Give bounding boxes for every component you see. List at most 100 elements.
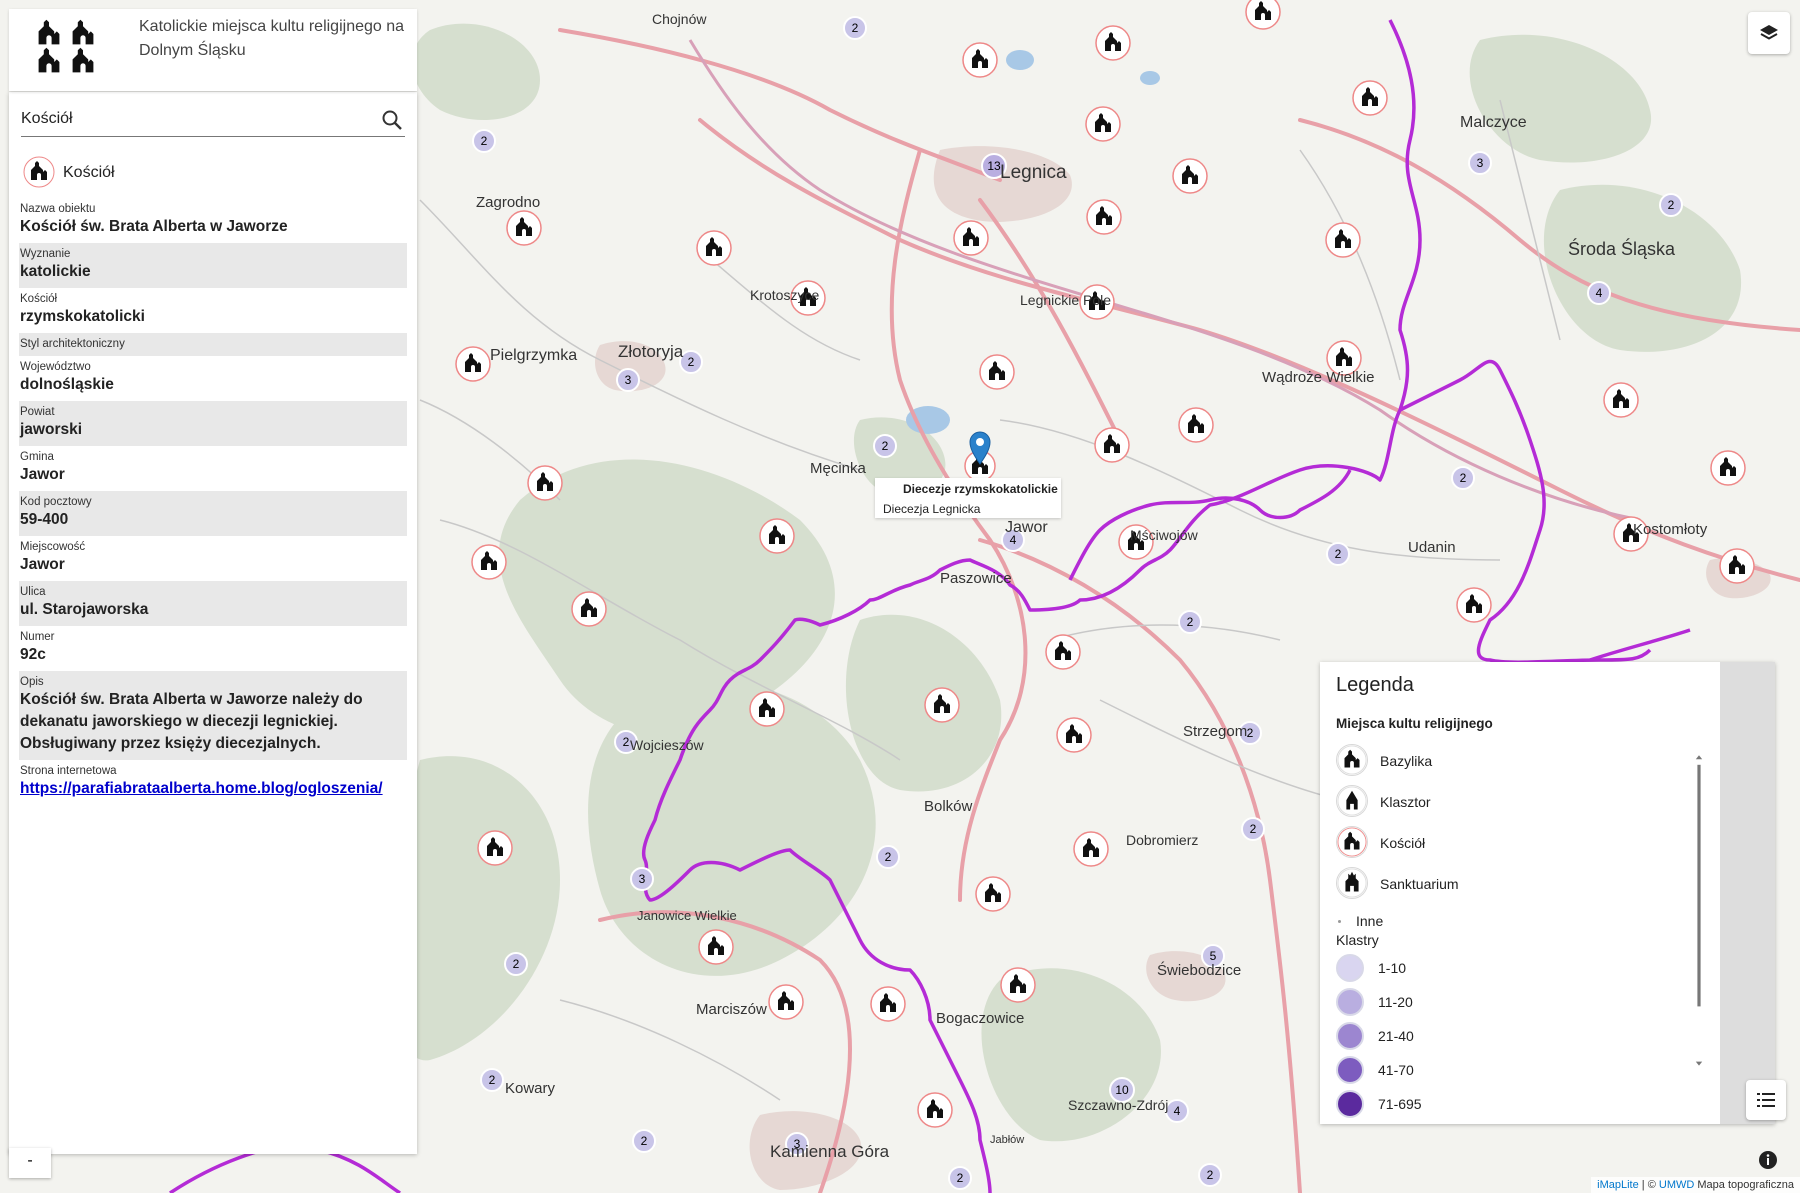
church-marker[interactable] xyxy=(1094,427,1130,463)
church-marker[interactable] xyxy=(471,544,507,580)
legend-item-label: Bazylika xyxy=(1380,753,1433,769)
cluster-marker[interactable]: 2 xyxy=(876,845,900,869)
legend-toggle-button[interactable] xyxy=(1746,1080,1786,1120)
cluster-range-label: 71-695 xyxy=(1378,1096,1422,1112)
place-label: Malczyce xyxy=(1460,114,1527,131)
church-marker[interactable] xyxy=(455,346,491,382)
church-marker[interactable] xyxy=(477,830,513,866)
cluster-marker[interactable]: 2 xyxy=(843,16,867,40)
church-marker[interactable] xyxy=(527,465,563,501)
cluster-marker[interactable]: 4 xyxy=(1587,281,1611,305)
cluster-marker[interactable]: 3 xyxy=(616,368,640,392)
church-marker[interactable] xyxy=(975,876,1011,912)
cluster-marker[interactable]: 2 xyxy=(679,350,703,374)
place-label: Kostomłoty xyxy=(1633,521,1708,538)
zoom-out-button[interactable]: - xyxy=(9,1148,51,1178)
cluster-marker[interactable]: 2 xyxy=(1178,610,1202,634)
website-link[interactable]: https://parafiabrataalberta.home.blog/og… xyxy=(20,778,406,800)
cluster-marker[interactable]: 2 xyxy=(480,1068,504,1092)
cluster-marker[interactable]: 2 xyxy=(472,129,496,153)
church-marker[interactable] xyxy=(1000,967,1036,1003)
app-title: Katolickie miejsca kultu religijnego na … xyxy=(139,18,405,59)
attribute-label: Strona internetowa xyxy=(20,765,117,777)
church-marker[interactable] xyxy=(698,929,734,965)
church-marker[interactable] xyxy=(571,591,607,627)
church-marker[interactable] xyxy=(1095,25,1131,61)
attribute-label: Opis xyxy=(20,676,44,688)
church-marker[interactable] xyxy=(953,220,989,256)
cluster-marker[interactable]: 2 xyxy=(504,952,528,976)
info-icon xyxy=(1759,1151,1777,1169)
attribute-row: Gmina Jawor xyxy=(19,446,407,491)
church-marker[interactable] xyxy=(962,42,998,78)
place-label: Krotoszyce xyxy=(750,287,819,303)
cluster-marker[interactable]: 2 xyxy=(1659,193,1683,217)
legend-title: Legenda xyxy=(1336,674,1414,696)
cluster-marker[interactable]: 2 xyxy=(1198,1163,1222,1187)
attribute-row: Wyznanie katolickie xyxy=(19,243,407,288)
church-marker[interactable] xyxy=(1719,548,1755,584)
church-marker[interactable] xyxy=(759,518,795,554)
cluster-marker[interactable]: 3 xyxy=(630,867,654,891)
church-marker[interactable] xyxy=(1073,831,1109,867)
attribute-value: jaworski xyxy=(20,421,83,438)
church-marker[interactable] xyxy=(924,687,960,723)
church-marker[interactable] xyxy=(1456,587,1492,623)
place-label: Kamienna Góra xyxy=(770,1142,890,1161)
church-marker[interactable] xyxy=(1603,382,1639,418)
attribute-value: Jawor xyxy=(20,466,65,483)
attribution-lib-link[interactable]: iMapLite xyxy=(1597,1179,1639,1191)
church-marker[interactable] xyxy=(1085,106,1121,142)
cluster-marker[interactable]: 2 xyxy=(1241,817,1265,841)
popup-subtitle: Diecezja Legnicka xyxy=(883,502,981,516)
place-label: Legnickie Pole xyxy=(1020,292,1111,308)
attribute-value: ul. Starojaworska xyxy=(20,601,149,618)
church-marker[interactable] xyxy=(1245,0,1281,30)
cluster-marker[interactable]: 4 xyxy=(1165,1099,1189,1123)
church-marker[interactable] xyxy=(870,986,906,1022)
cluster-marker[interactable]: 3 xyxy=(1468,151,1492,175)
attribute-row: Województwo dolnośląskie xyxy=(19,356,407,401)
svg-text:2: 2 xyxy=(481,134,488,148)
attribute-value: 59-400 xyxy=(20,511,69,528)
info-button[interactable] xyxy=(1758,1150,1778,1170)
place-label: Dobromierz xyxy=(1126,832,1198,848)
church-marker[interactable] xyxy=(979,354,1015,390)
church-marker[interactable] xyxy=(1172,158,1208,194)
attribute-row: Powiat jaworski xyxy=(19,401,407,446)
svg-text:2: 2 xyxy=(1207,1168,1214,1182)
cluster-marker[interactable]: 2 xyxy=(948,1166,972,1190)
place-label: Świebodzice xyxy=(1157,961,1241,979)
cluster-marker[interactable]: 2 xyxy=(1326,542,1350,566)
cluster-swatch-icon xyxy=(1336,1022,1364,1050)
cluster-marker[interactable]: 2 xyxy=(1451,466,1475,490)
church-marker[interactable] xyxy=(1178,407,1214,443)
search-icon[interactable] xyxy=(381,109,403,131)
place-label: Pielgrzymka xyxy=(490,347,577,364)
sanctuary-icon xyxy=(1336,867,1368,899)
church-marker[interactable] xyxy=(1086,199,1122,235)
attribute-value: Kościół św. Brata Alberta w Jaworze xyxy=(20,218,288,235)
attribute-value: katolickie xyxy=(20,263,91,280)
cluster-marker[interactable]: 2 xyxy=(873,434,897,458)
place-label: Bogaczowice xyxy=(936,1010,1024,1027)
monastery-icon xyxy=(1336,785,1368,817)
legend-scrollbar[interactable] xyxy=(1695,712,1703,1112)
search-input[interactable]: Kościół xyxy=(21,106,405,137)
church-marker[interactable] xyxy=(1352,80,1388,116)
attribute-row: Kościół rzymskokatolicki xyxy=(19,288,407,333)
church-marker[interactable] xyxy=(1710,450,1746,486)
church-marker[interactable] xyxy=(768,984,804,1020)
church-marker[interactable] xyxy=(917,1092,953,1128)
attribute-row: Opis Kościół św. Brata Alberta w Jaworze… xyxy=(19,671,407,760)
church-marker[interactable] xyxy=(1056,717,1092,753)
church-marker[interactable] xyxy=(749,691,785,727)
church-marker[interactable] xyxy=(1325,222,1361,258)
cluster-marker[interactable]: 2 xyxy=(632,1129,656,1153)
church-marker[interactable] xyxy=(696,230,732,266)
church-marker[interactable] xyxy=(506,210,542,246)
church-marker[interactable] xyxy=(1045,634,1081,670)
place-label: Bolków xyxy=(924,798,973,815)
attribution-source-link[interactable]: UMWD xyxy=(1659,1179,1694,1191)
layers-button[interactable] xyxy=(1748,12,1790,54)
